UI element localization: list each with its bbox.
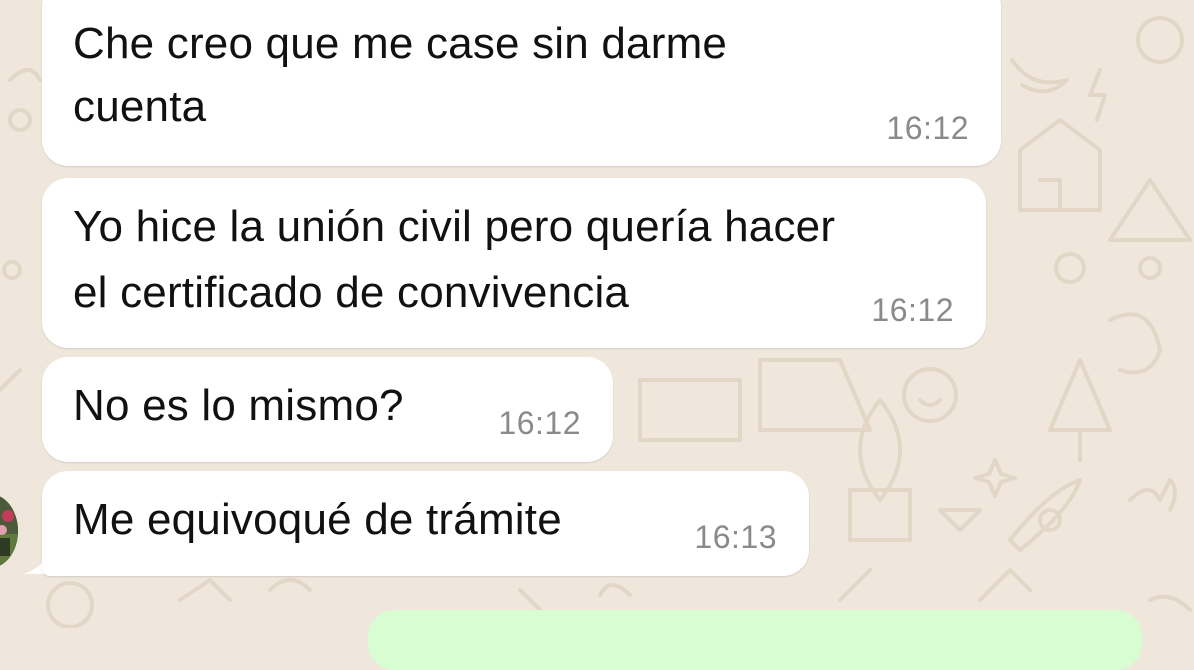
message-text-line: Yo hice la unión civil pero quería hacer (73, 202, 836, 251)
message-bubble[interactable]: No es lo mismo? 16:12 (42, 357, 613, 462)
message-text-line: Che creo que me case sin darme (73, 19, 728, 68)
outgoing-message-bubble[interactable] (368, 610, 1142, 670)
message-text-line: cuenta (73, 82, 207, 131)
message-text-line: No es lo mismo? (73, 381, 404, 430)
message-text-line: Me equivoqué de trámite (73, 495, 562, 544)
message-bubble[interactable]: Yo hice la unión civil pero quería hacer… (42, 178, 986, 348)
message-bubble[interactable]: Me equivoqué de trámite 16:13 (42, 471, 809, 576)
message-timestamp: 16:12 (498, 405, 581, 441)
message-timestamp: 16:12 (886, 110, 969, 146)
message-text-line: el certificado de convivencia (73, 268, 630, 317)
message-bubble[interactable]: Che creo que me case sin darme cuenta 16… (42, 0, 1001, 166)
message-timestamp: 16:12 (871, 292, 954, 328)
message-timestamp: 16:13 (694, 519, 777, 555)
